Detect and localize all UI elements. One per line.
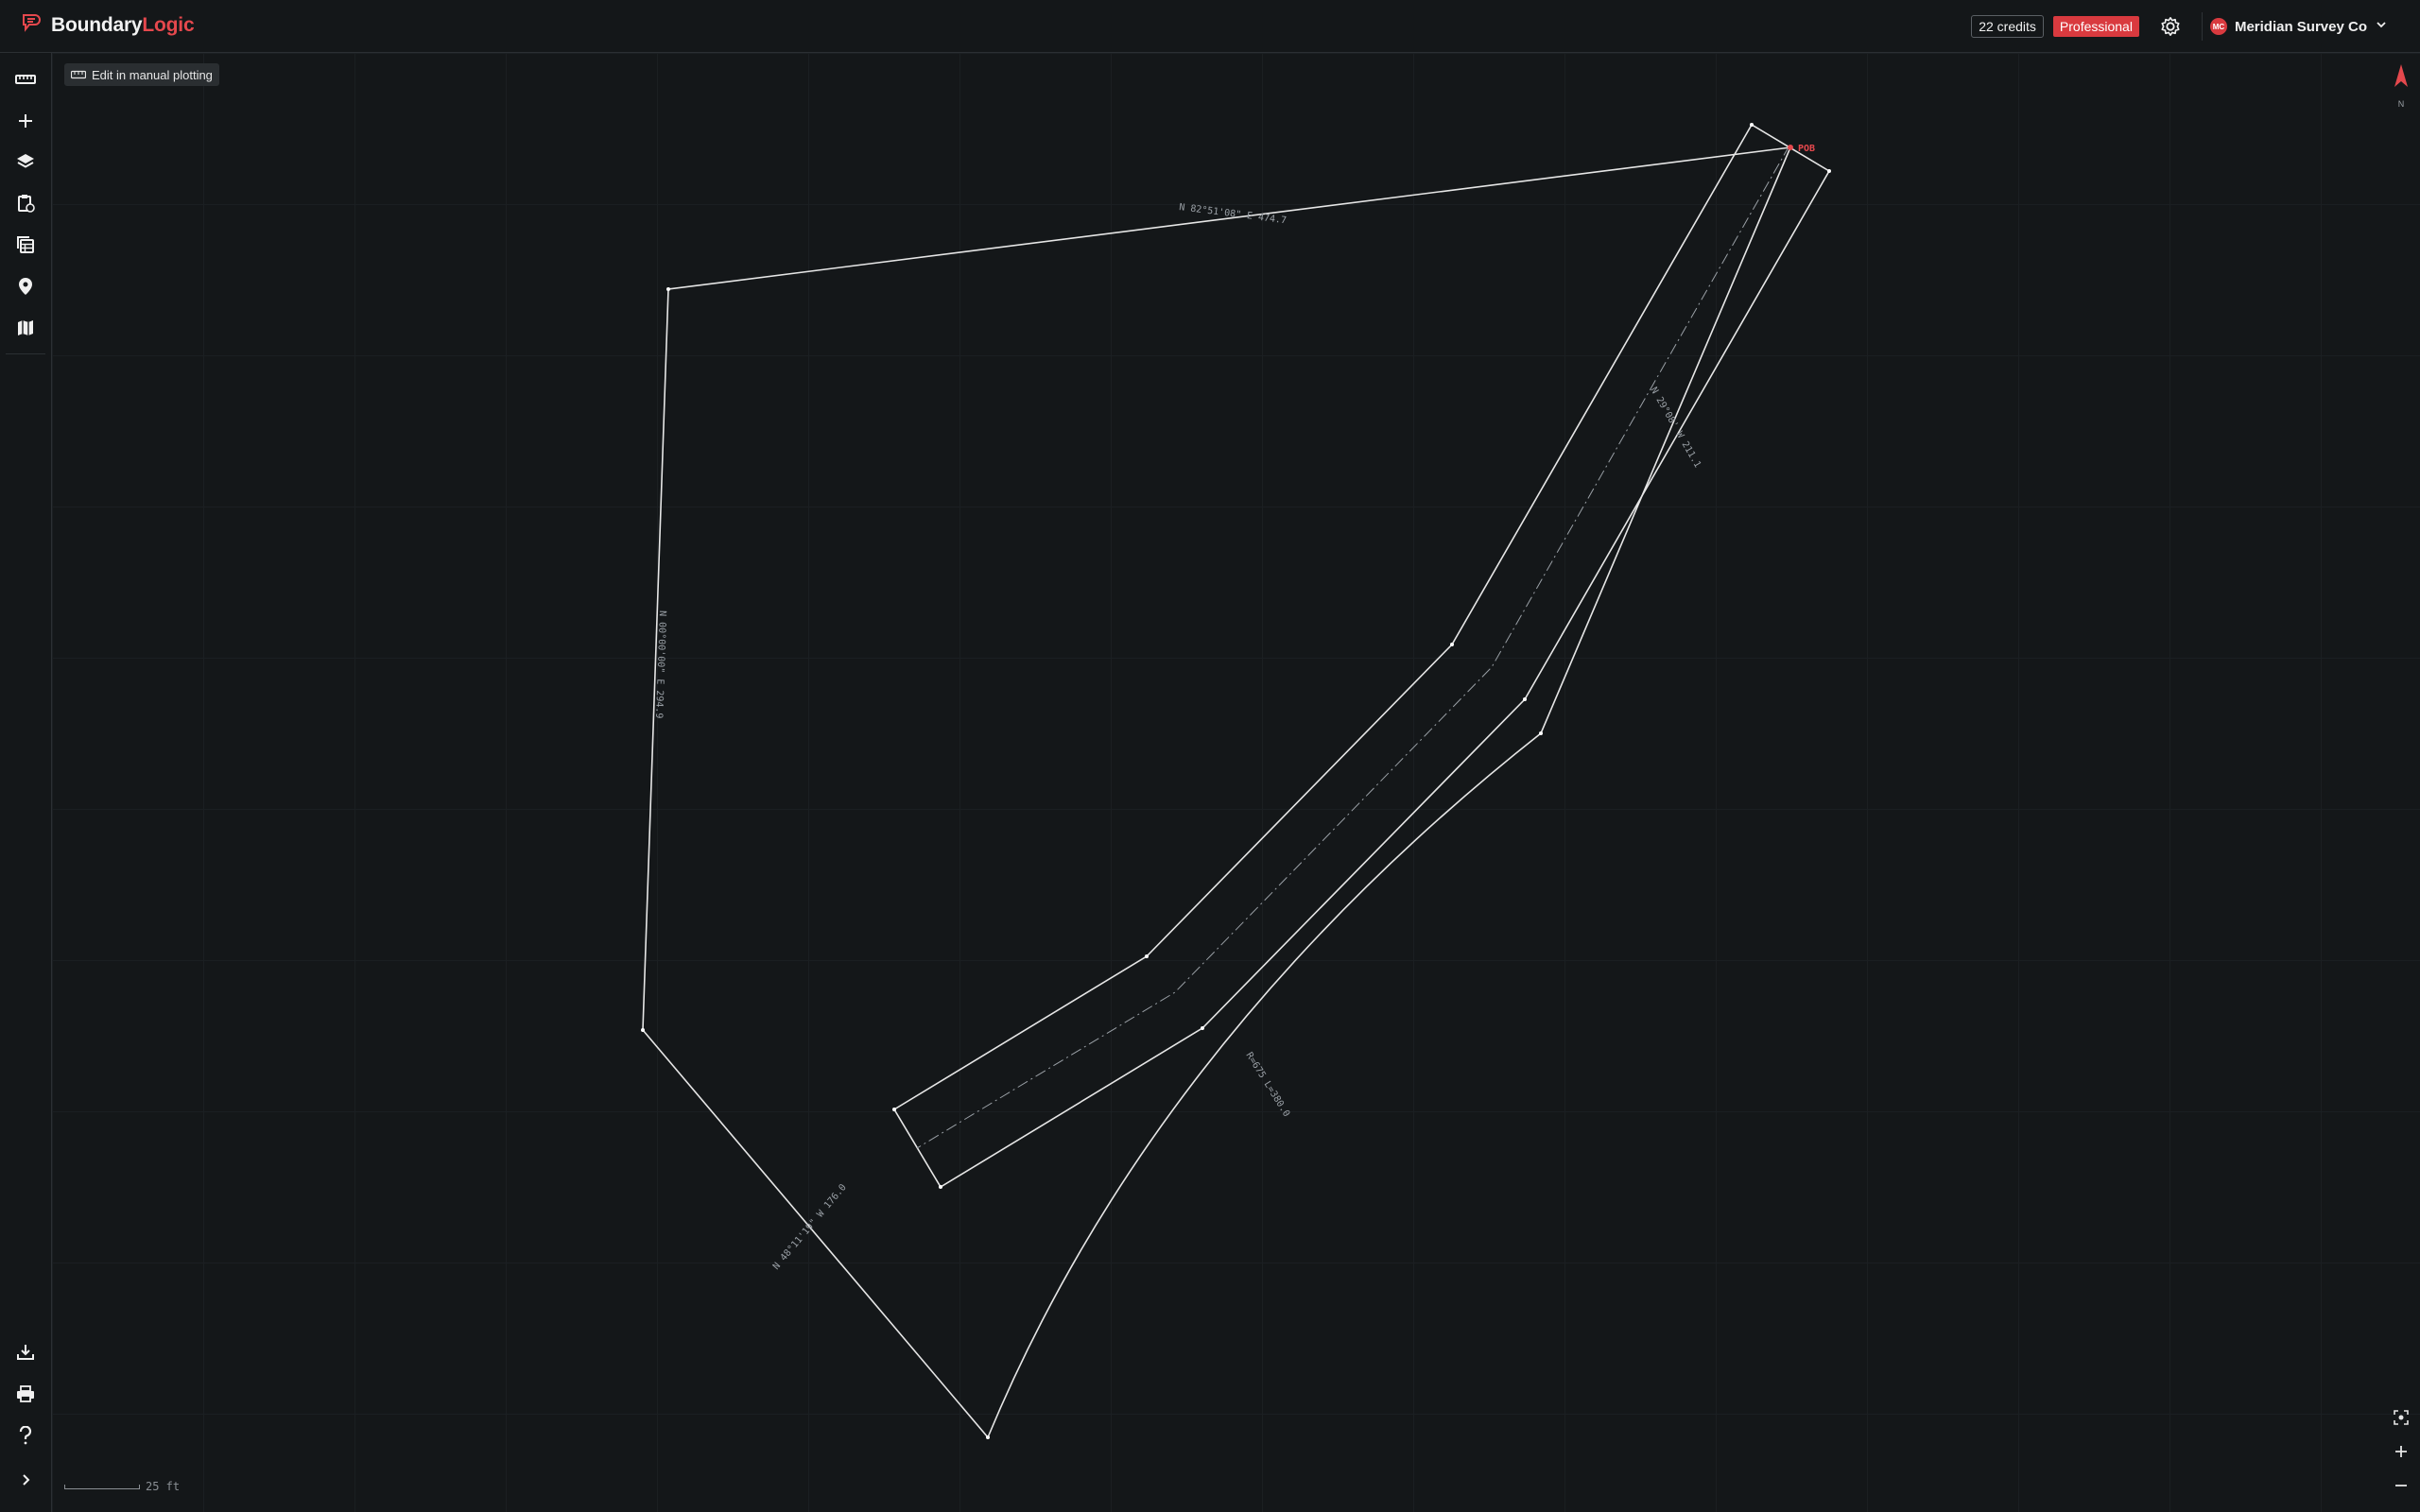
avatar: MC <box>2209 18 2227 35</box>
plot-canvas[interactable]: POB N 82°51'08" E 474.7 N 29°08' W 211.1… <box>52 53 2420 1512</box>
north-arrow-icon <box>2394 64 2408 91</box>
vertex-point <box>986 1435 990 1439</box>
logo-icon <box>21 13 42 37</box>
north-label: N <box>2397 99 2405 109</box>
add-icon[interactable] <box>8 103 43 139</box>
table-icon[interactable] <box>8 227 43 263</box>
vertex-point <box>641 1028 645 1032</box>
brand-logo[interactable]: BoundaryLogic <box>21 13 195 37</box>
chevron-down-icon <box>2375 18 2388 35</box>
scale-label: 25 ft <box>146 1480 181 1493</box>
plan-badge: Professional <box>2052 16 2139 37</box>
vertex-point <box>892 1108 896 1111</box>
label-west-line: N 00°00'00" E 294.9 <box>653 610 667 719</box>
zoom-controls <box>2390 1395 2412 1497</box>
pob-label: POB <box>1798 144 1815 154</box>
vertex-point <box>1145 954 1149 958</box>
ruler-icon <box>70 68 87 82</box>
vertex-point <box>1523 697 1527 701</box>
zoom-out-icon[interactable] <box>2390 1474 2412 1497</box>
vertex-point <box>1201 1026 1204 1030</box>
brand-name: BoundaryLogic <box>51 13 195 36</box>
print-icon[interactable] <box>8 1376 43 1412</box>
help-icon[interactable] <box>8 1418 43 1453</box>
fit-view-icon[interactable] <box>2390 1406 2412 1429</box>
label-east-line: N 29°08' W 211.1 <box>1648 386 1703 470</box>
chevron-right-icon[interactable] <box>8 1462 43 1498</box>
north-arrow: N <box>2390 64 2412 121</box>
gear-icon[interactable] <box>2156 12 2185 41</box>
scale-line <box>64 1484 140 1489</box>
tool-rail <box>0 53 52 1512</box>
map-icon[interactable] <box>8 310 43 346</box>
vertex-point <box>1539 731 1543 735</box>
vertex-point <box>1750 123 1754 127</box>
account-menu[interactable]: MC Meridian Survey Co <box>2201 12 2397 41</box>
vertex-point <box>939 1185 942 1189</box>
ruler-icon[interactable] <box>8 61 43 97</box>
road-corridor <box>892 123 1831 1189</box>
credits-badge[interactable]: 22 credits <box>1971 15 2044 38</box>
edit-manual-plotting-button[interactable]: Edit in manual plotting <box>64 63 219 86</box>
download-icon[interactable] <box>8 1334 43 1370</box>
scale-bar: 25 ft <box>64 1480 180 1493</box>
road-centerline <box>916 145 1790 1149</box>
account-name: Meridian Survey Co <box>2234 18 2367 35</box>
rail-divider <box>6 353 45 354</box>
location-pin-icon[interactable] <box>8 268 43 304</box>
layers-icon[interactable] <box>8 144 43 180</box>
boundary-plot[interactable]: POB N 82°51'08" E 474.7 N 29°08' W 211.1… <box>52 53 2420 1512</box>
vertex-point <box>1450 643 1454 646</box>
label-curve: R=675 L=380.0 <box>1243 1051 1291 1119</box>
vertex-point <box>1827 169 1831 173</box>
vertex-point <box>666 287 670 291</box>
edit-manual-plotting-label: Edit in manual plotting <box>92 67 213 82</box>
clipboard-icon[interactable] <box>8 185 43 221</box>
parcel-boundary <box>642 146 1791 1439</box>
zoom-in-icon[interactable] <box>2390 1440 2412 1463</box>
top-bar: BoundaryLogic 22 credits Professional MC… <box>0 0 2420 53</box>
pob-point <box>1788 145 1793 150</box>
